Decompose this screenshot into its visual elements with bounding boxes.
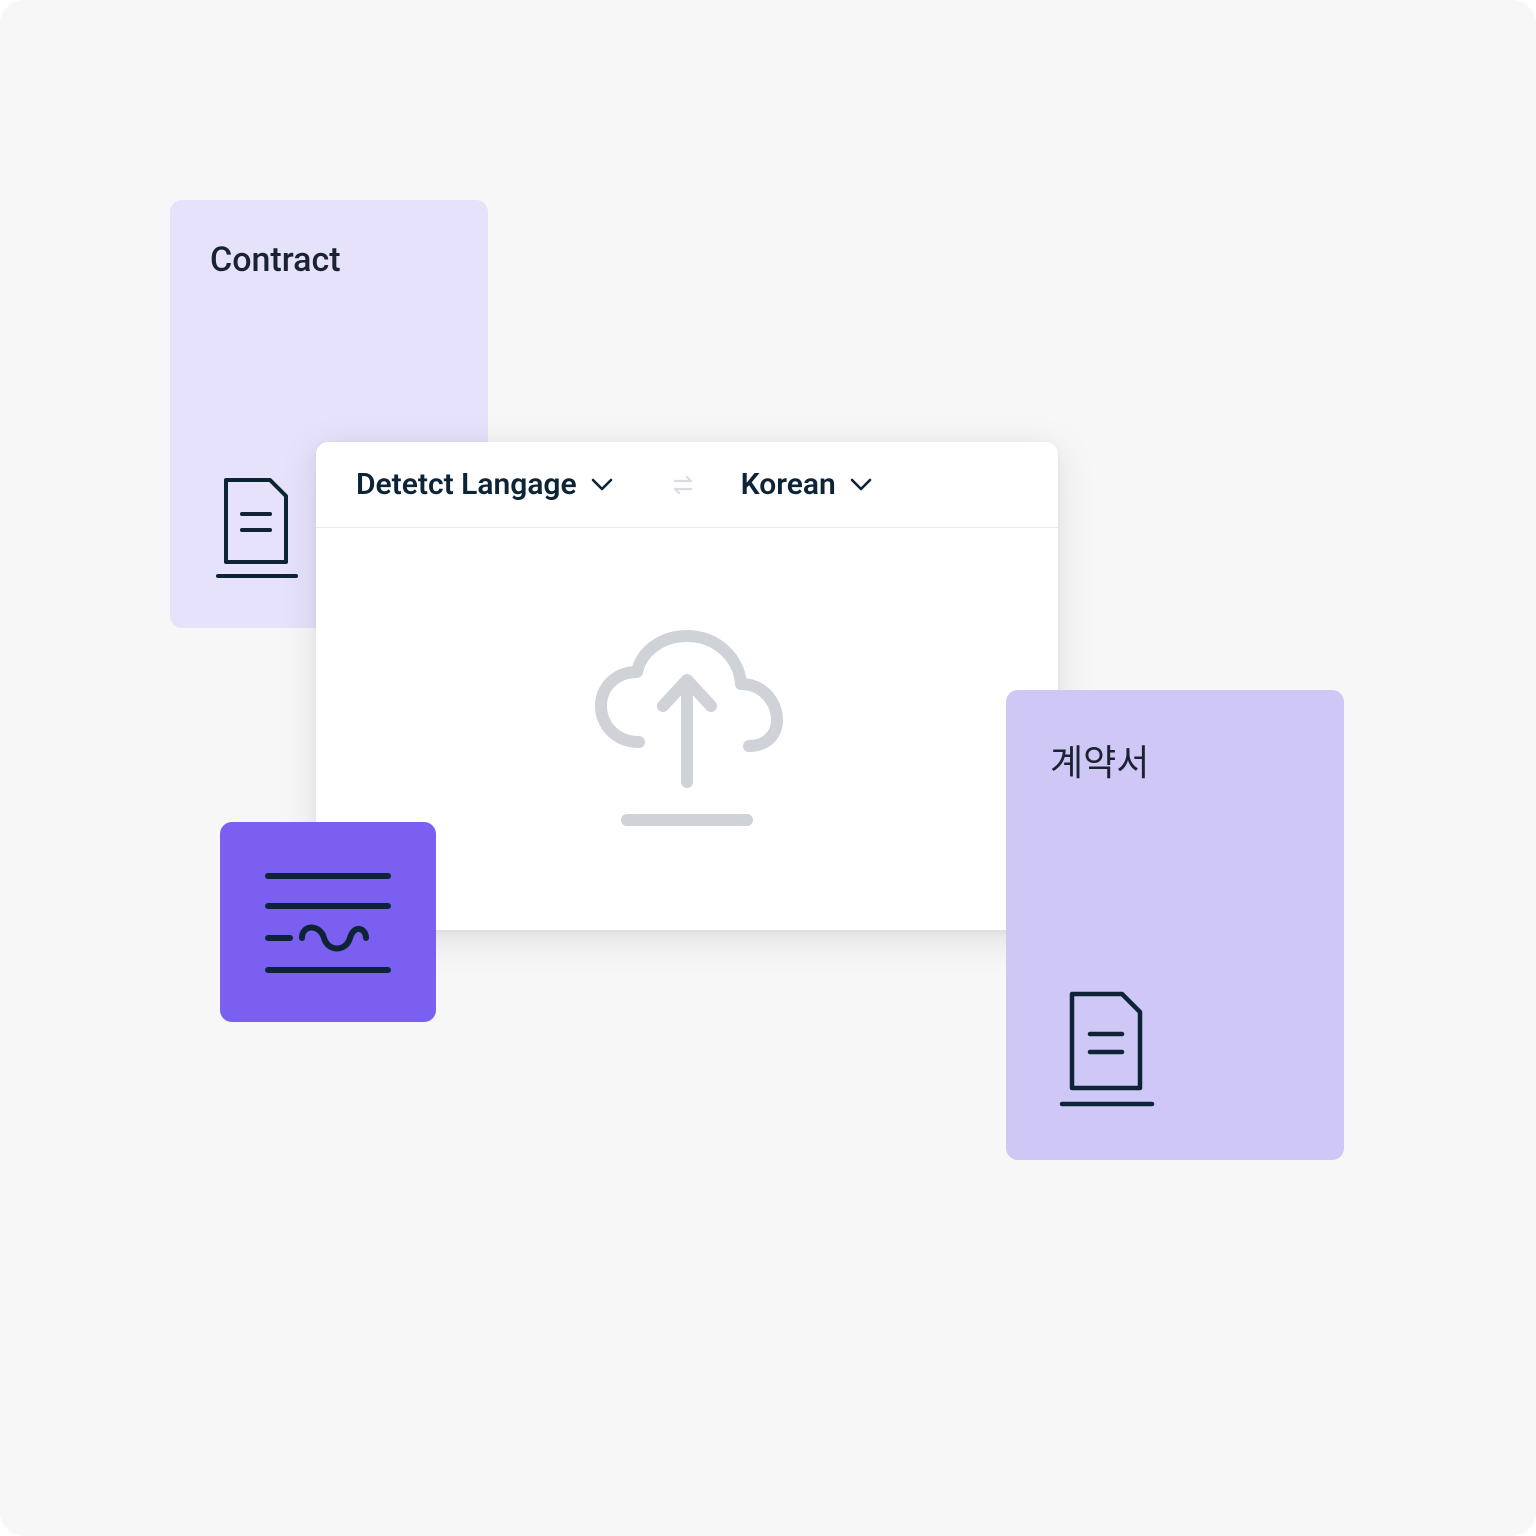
translator-header: Detetct Langage Korean <box>316 442 1058 528</box>
source-language-label: Detetct Langage <box>356 467 577 502</box>
target-document-card: 계약서 <box>1006 690 1344 1160</box>
source-language-selector[interactable]: Detetct Langage <box>356 467 613 502</box>
document-icon <box>1058 990 1156 1112</box>
canvas-background: Contract Detetct Langage Ko <box>0 0 1536 1536</box>
upload-dropzone[interactable] <box>567 624 807 834</box>
target-document-title: 계약서 <box>1050 734 1300 786</box>
text-wrap-icon <box>258 862 398 982</box>
chevron-down-icon <box>850 478 872 492</box>
chevron-down-icon <box>591 478 613 492</box>
cloud-upload-icon <box>567 624 807 834</box>
document-icon <box>214 476 300 584</box>
swap-languages-icon[interactable] <box>669 471 697 499</box>
target-language-selector[interactable]: Korean <box>741 467 872 502</box>
source-document-title: Contract <box>210 240 448 280</box>
text-wrap-tile <box>220 822 436 1022</box>
target-language-label: Korean <box>741 467 836 502</box>
